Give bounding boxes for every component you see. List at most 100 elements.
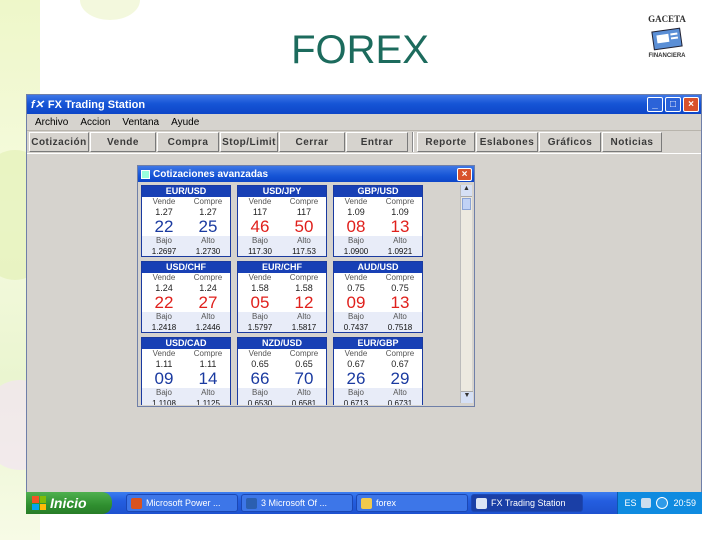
buy-label: Compre bbox=[193, 349, 223, 358]
currency-pair: AUD/USD bbox=[334, 262, 422, 273]
graficos-button[interactable]: Gráficos bbox=[539, 132, 601, 152]
cotizaciones-dialog: Cotizaciones avanzadas × EUR/USD Vende Com… bbox=[137, 165, 475, 407]
folder-icon bbox=[361, 497, 372, 509]
low-value: 1.5797 bbox=[247, 323, 273, 332]
low-value: 1.0900 bbox=[343, 247, 369, 256]
stop-limit-button[interactable]: Stop/Limit bbox=[220, 132, 278, 152]
fx-app-icon: f✕ bbox=[31, 99, 44, 111]
buy-label: Compre bbox=[289, 197, 319, 206]
quote-tile[interactable]: USD/JPY Vende Compre 117 117 46 50 Bajo Alto 117.… bbox=[237, 185, 327, 257]
quotes-grid: EUR/USD Vende Compre 1.27 1.27 22 25 Bajo Alto 1.… bbox=[141, 185, 459, 405]
window-titlebar[interactable]: f✕ FX Trading Station _ □ × bbox=[27, 95, 701, 114]
buy-price-prefix: 1.24 bbox=[199, 283, 217, 293]
high-label: Alto bbox=[201, 236, 215, 245]
buy-price-pips[interactable]: 25 bbox=[186, 217, 230, 236]
buy-price-pips[interactable]: 70 bbox=[282, 369, 326, 388]
menu-accion[interactable]: Accion bbox=[80, 117, 110, 128]
taskbar-item[interactable]: FX Trading Station bbox=[471, 494, 583, 512]
quote-tile[interactable]: GBP/USD Vende Compre 1.09 1.09 08 13 Bajo Alto 1.… bbox=[333, 185, 423, 257]
slide-title: FOREX bbox=[291, 28, 429, 72]
sell-price-pips[interactable]: 66 bbox=[238, 369, 282, 388]
eslabones-button[interactable]: Eslabones bbox=[476, 132, 538, 152]
scroll-down-icon[interactable]: ▼ bbox=[461, 391, 473, 403]
currency-pair: NZD/USD bbox=[238, 338, 326, 349]
low-label: Bajo bbox=[155, 388, 172, 397]
sell-label: Vende bbox=[152, 197, 176, 206]
sell-price-pips[interactable]: 09 bbox=[142, 369, 186, 388]
cotizacion-button[interactable]: Cotización bbox=[29, 132, 89, 152]
sell-price-pips[interactable]: 22 bbox=[142, 293, 186, 312]
high-label: Alto bbox=[201, 388, 215, 397]
currency-pair: EUR/CHF bbox=[238, 262, 326, 273]
sell-price-prefix: 1.11 bbox=[155, 359, 173, 369]
buy-price-pips[interactable]: 13 bbox=[378, 217, 422, 236]
minimize-button[interactable]: _ bbox=[647, 97, 663, 112]
buy-label: Compre bbox=[289, 349, 319, 358]
buy-price-pips[interactable]: 50 bbox=[282, 217, 326, 236]
background-blob bbox=[80, 0, 140, 20]
high-value: 1.2730 bbox=[195, 247, 221, 256]
buy-price-prefix: 1.58 bbox=[295, 283, 313, 293]
language-indicator[interactable]: ES bbox=[624, 498, 636, 508]
vende-button[interactable]: Vende bbox=[90, 132, 156, 152]
quote-tile[interactable]: AUD/USD Vende Compre 0.75 0.75 09 13 Bajo Alto 0.… bbox=[333, 261, 423, 333]
low-label: Bajo bbox=[251, 312, 268, 321]
compra-button[interactable]: Compra bbox=[157, 132, 219, 152]
low-value: 1.2697 bbox=[151, 247, 177, 256]
gaceta-financiera-logo: GACETA FINANCIERA bbox=[640, 14, 694, 72]
clock: 20:59 bbox=[673, 498, 696, 508]
fx-trading-window: f✕ FX Trading Station _ □ × Archivo Acci… bbox=[26, 94, 702, 514]
low-label: Bajo bbox=[251, 236, 268, 245]
help-icon[interactable] bbox=[641, 498, 652, 508]
taskbar-item[interactable]: 3 Microsoft Of ... bbox=[241, 494, 353, 512]
sell-price-pips[interactable]: 26 bbox=[334, 369, 378, 388]
menu-ayude[interactable]: Ayude bbox=[171, 117, 199, 128]
quote-tile[interactable]: USD/CAD Vende Compre 1.11 1.11 09 14 Bajo Alto 1.… bbox=[141, 337, 231, 405]
currency-pair: USD/CHF bbox=[142, 262, 230, 273]
menu-archivo[interactable]: Archivo bbox=[35, 117, 68, 128]
newspaper-logo-icon bbox=[649, 26, 685, 52]
low-label: Bajo bbox=[155, 236, 172, 245]
buy-price-pips[interactable]: 14 bbox=[186, 369, 230, 388]
dialog-close-button[interactable]: × bbox=[457, 167, 472, 181]
reporte-button[interactable]: Reporte bbox=[417, 132, 475, 152]
high-label: Alto bbox=[297, 312, 311, 321]
high-value: 1.5817 bbox=[291, 323, 317, 332]
sell-price-prefix: 0.75 bbox=[347, 283, 365, 293]
sell-price-pips[interactable]: 05 bbox=[238, 293, 282, 312]
buy-price-pips[interactable]: 29 bbox=[378, 369, 422, 388]
buy-price-pips[interactable]: 27 bbox=[186, 293, 230, 312]
close-button[interactable]: × bbox=[683, 97, 699, 112]
menu-ventana[interactable]: Ventana bbox=[122, 117, 159, 128]
entrar-button[interactable]: Entrar bbox=[346, 132, 408, 152]
sell-price-pips[interactable]: 09 bbox=[334, 293, 378, 312]
quote-tile[interactable]: USD/CHF Vende Compre 1.24 1.24 22 27 Bajo Alto 1.… bbox=[141, 261, 231, 333]
dialog-titlebar[interactable]: Cotizaciones avanzadas × bbox=[138, 166, 474, 182]
start-button[interactable]: Inicio bbox=[26, 492, 112, 514]
cerrar-button[interactable]: Cerrar bbox=[279, 132, 345, 152]
maximize-button[interactable]: □ bbox=[665, 97, 681, 112]
quote-tile[interactable]: NZD/USD Vende Compre 0.65 0.65 66 70 Bajo Alto 0.… bbox=[237, 337, 327, 405]
menu-bar: Archivo Accion Ventana Ayude bbox=[27, 114, 701, 130]
scroll-thumb[interactable] bbox=[462, 198, 471, 210]
sell-label: Vende bbox=[344, 349, 368, 358]
taskbar-item-label: Microsoft Power ... bbox=[146, 498, 221, 508]
high-label: Alto bbox=[393, 388, 407, 397]
quote-tile[interactable]: EUR/USD Vende Compre 1.27 1.27 22 25 Bajo Alto 1.… bbox=[141, 185, 231, 257]
buy-price-pips[interactable]: 12 bbox=[282, 293, 326, 312]
dialog-scrollbar[interactable]: ▲ ▼ bbox=[460, 185, 473, 403]
buy-price-pips[interactable]: 13 bbox=[378, 293, 422, 312]
sell-price-pips[interactable]: 46 bbox=[238, 217, 282, 236]
logo-text-top: GACETA bbox=[648, 14, 686, 24]
sell-label: Vende bbox=[248, 197, 272, 206]
quote-tile[interactable]: EUR/CHF Vende Compre 1.58 1.58 05 12 Bajo Alto 1.… bbox=[237, 261, 327, 333]
sell-label: Vende bbox=[344, 273, 368, 282]
scroll-up-icon[interactable]: ▲ bbox=[461, 185, 472, 197]
taskbar-item[interactable]: forex bbox=[356, 494, 468, 512]
quote-tile[interactable]: EUR/GBP Vende Compre 0.67 0.67 26 29 Bajo Alto 0.… bbox=[333, 337, 423, 405]
taskbar-item[interactable]: Microsoft Power ... bbox=[126, 494, 238, 512]
sell-price-pips[interactable]: 22 bbox=[142, 217, 186, 236]
network-icon[interactable] bbox=[656, 497, 669, 509]
sell-price-pips[interactable]: 08 bbox=[334, 217, 378, 236]
noticias-button[interactable]: Noticias bbox=[602, 132, 662, 152]
